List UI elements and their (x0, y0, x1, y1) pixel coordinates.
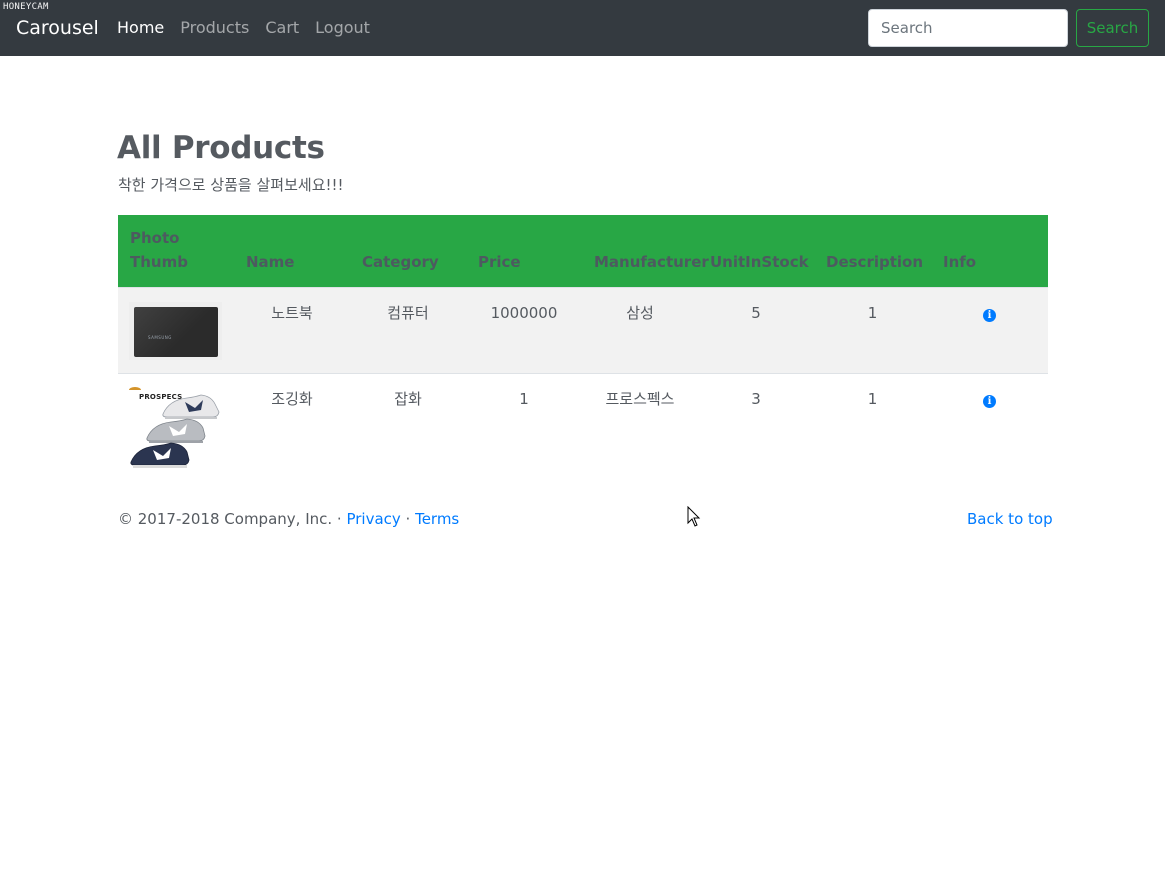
product-name: 조깅화 (271, 389, 313, 408)
nav-link-cart[interactable]: Cart (265, 18, 299, 38)
terms-link[interactable]: Terms (415, 510, 459, 528)
nav-link-products[interactable]: Products (180, 18, 249, 38)
honeycam-watermark: HONEYCAM (3, 2, 49, 12)
thumb-cell: SAMSUNG (118, 287, 234, 373)
product-stock: 5 (751, 303, 761, 322)
column-header-name: Name (246, 252, 295, 271)
info-circle-icon[interactable]: i (983, 394, 996, 408)
product-price: 1000000 (490, 303, 558, 322)
column-header-unit-in-stock: UnitInStock (710, 252, 809, 271)
product-category: 잡화 (394, 389, 422, 408)
product-category: 컴퓨터 (387, 303, 429, 322)
search-input[interactable] (868, 9, 1068, 47)
copyright-text: © 2017-2018 Company, Inc. · (118, 510, 347, 528)
sneakers-image: PROSPECS (129, 385, 222, 472)
nav-link-logout[interactable]: Logout (315, 18, 370, 38)
page-subtitle: 착한 가격으로 상품을 살펴보세요!!! (118, 176, 344, 194)
product-price: 1 (519, 389, 529, 408)
nav-link-home[interactable]: Home (117, 18, 164, 38)
info-cell: i (931, 373, 1048, 473)
product-manufacturer: 삼성 (626, 303, 654, 322)
search-button[interactable]: Search (1076, 9, 1149, 47)
nav-links: Home Products Cart Logout (117, 18, 386, 38)
table-header-row: Photo Thumb Name Category Price Manufact… (118, 215, 1048, 287)
laptop-image: SAMSUNG (129, 301, 222, 360)
sneakers-drawing (130, 394, 220, 468)
back-to-top-link[interactable]: Back to top (967, 509, 1053, 529)
column-header-manufacturer: Manufacturer (594, 252, 709, 271)
column-header-photo-thumb: Photo Thumb (130, 228, 188, 271)
footer-copyright: © 2017-2018 Company, Inc. · Privacy · Te… (118, 509, 459, 529)
navbar-brand[interactable]: Carousel (16, 16, 99, 40)
mouse-pointer-icon (687, 506, 701, 527)
table-row: PROSPECS 조깅화 잡화 1 프로스펙스 3 1 i (118, 373, 1048, 473)
product-description: 1 (867, 303, 878, 322)
laptop-brand-logo: SAMSUNG (148, 334, 172, 340)
page-title: All Products (117, 130, 325, 166)
products-table: Photo Thumb Name Category Price Manufact… (118, 215, 1048, 473)
product-manufacturer: 프로스펙스 (605, 389, 675, 408)
product-description: 1 (867, 389, 878, 408)
product-stock: 3 (751, 389, 761, 408)
column-header-category: Category (362, 252, 439, 271)
info-cell: i (931, 287, 1048, 373)
table-row: SAMSUNG 노트북 컴퓨터 1000000 삼성 5 1 i (118, 287, 1048, 373)
products-table-wrapper: Photo Thumb Name Category Price Manufact… (118, 215, 1048, 473)
column-header-price: Price (478, 252, 521, 271)
column-header-description: Description (826, 252, 924, 271)
thumb-cell: PROSPECS (118, 373, 234, 473)
product-name: 노트북 (271, 303, 313, 322)
top-navbar: Carousel Home Products Cart Logout Searc… (0, 0, 1165, 56)
privacy-link[interactable]: Privacy (346, 510, 400, 528)
column-header-info: Info (943, 252, 977, 271)
footer-separator: · (400, 510, 416, 528)
info-circle-icon[interactable]: i (983, 308, 996, 322)
